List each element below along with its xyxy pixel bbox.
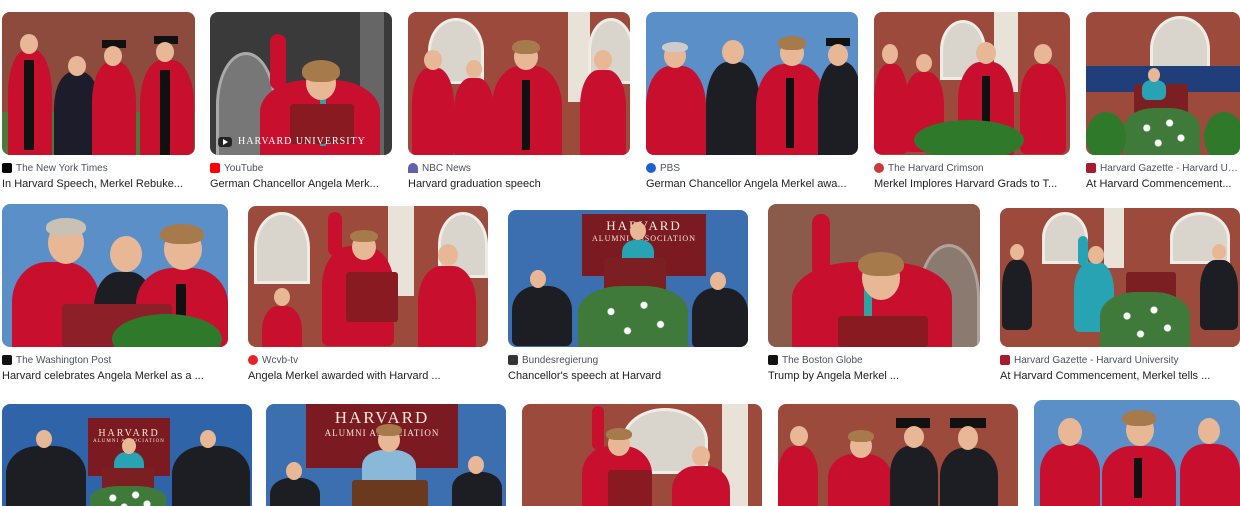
result-thumbnail[interactable]: [646, 12, 858, 155]
result-title[interactable]: Merkel Implores Harvard Grads to T...: [874, 177, 1070, 192]
result-source[interactable]: The Harvard Crimson: [888, 163, 984, 174]
result-thumbnail[interactable]: HARVARD ALUMNI ASSOCIATION: [508, 210, 748, 347]
image-result[interactable]: HARVARD ALUMNI ASSOCIATION: [2, 404, 252, 506]
image-result[interactable]: HARVARD ALUMNI ASSOCIATION Bundesregieru…: [508, 210, 748, 384]
result-title[interactable]: Trump by Angela Merkel ...: [768, 369, 980, 384]
result-title[interactable]: In Harvard Speech, Merkel Rebuke...: [2, 177, 195, 192]
wcvb-icon: [248, 355, 258, 365]
result-source[interactable]: Bundesregierung: [522, 355, 598, 366]
crimson-icon: [874, 163, 884, 173]
play-icon[interactable]: [218, 136, 232, 147]
image-result[interactable]: [522, 404, 762, 506]
image-result[interactable]: HARVARD UNIVERSITY YouTube German Chance…: [210, 12, 392, 192]
result-title[interactable]: At Harvard Commencement...: [1086, 177, 1240, 192]
result-thumbnail[interactable]: [874, 12, 1070, 155]
image-result[interactable]: The New York Times In Harvard Speech, Me…: [2, 12, 195, 192]
result-source[interactable]: The Washington Post: [16, 355, 111, 366]
result-thumbnail[interactable]: HARVARD ALUMNI ASSOCIATION: [2, 404, 252, 506]
image-result[interactable]: The Boston Globe Trump by Angela Merkel …: [768, 204, 980, 384]
image-result[interactable]: Harvard Gazette - Harvard Un... At Harva…: [1086, 12, 1240, 192]
result-title[interactable]: German Chancellor Angela Merkel awa...: [646, 177, 858, 192]
result-title[interactable]: Angela Merkel awarded with Harvard ...: [248, 369, 488, 384]
result-source[interactable]: The Boston Globe: [782, 355, 863, 366]
boston-globe-icon: [768, 355, 778, 365]
image-result[interactable]: HARVARD ALUMNI ASSOCIATION: [266, 404, 506, 506]
result-thumbnail[interactable]: [2, 204, 228, 347]
result-thumbnail[interactable]: HARVARD ALUMNI ASSOCIATION: [266, 404, 506, 506]
result-title[interactable]: Harvard graduation speech: [408, 177, 630, 192]
result-thumbnail[interactable]: [1086, 12, 1240, 155]
image-result[interactable]: The Washington Post Harvard celebrates A…: [2, 204, 228, 384]
result-title[interactable]: German Chancellor Angela Merk...: [210, 177, 392, 192]
result-source[interactable]: Wcvb-tv: [262, 355, 298, 366]
youtube-icon: [210, 163, 220, 173]
nbc-icon: [408, 163, 418, 173]
result-title[interactable]: At Harvard Commencement, Merkel tells ..…: [1000, 369, 1240, 384]
result-thumbnail[interactable]: [1000, 208, 1240, 347]
result-title[interactable]: Harvard celebrates Angela Merkel as a ..…: [2, 369, 228, 384]
result-source[interactable]: PBS: [660, 163, 680, 174]
image-result[interactable]: [1034, 400, 1240, 506]
image-result[interactable]: Wcvb-tv Angela Merkel awarded with Harva…: [248, 206, 488, 384]
harvard-gazette-icon: [1000, 355, 1010, 365]
result-source[interactable]: YouTube: [224, 163, 263, 174]
result-thumbnail[interactable]: [408, 12, 630, 155]
pbs-icon: [646, 163, 656, 173]
video-overlay-text: HARVARD UNIVERSITY: [238, 136, 366, 147]
bundesregierung-icon: [508, 355, 518, 365]
result-source[interactable]: Harvard Gazette - Harvard Un...: [1100, 163, 1240, 174]
result-source[interactable]: Harvard Gazette - Harvard University: [1014, 355, 1179, 366]
image-result[interactable]: NBC News Harvard graduation speech: [408, 12, 630, 192]
image-result[interactable]: PBS German Chancellor Angela Merkel awa.…: [646, 12, 858, 192]
result-thumbnail[interactable]: HARVARD UNIVERSITY: [210, 12, 392, 155]
result-source[interactable]: The New York Times: [16, 163, 108, 174]
image-result[interactable]: Harvard Gazette - Harvard University At …: [1000, 208, 1240, 384]
image-result[interactable]: The Harvard Crimson Merkel Implores Harv…: [874, 12, 1070, 192]
result-source[interactable]: NBC News: [422, 163, 471, 174]
result-thumbnail[interactable]: [778, 404, 1018, 506]
result-thumbnail[interactable]: [2, 12, 195, 155]
image-result[interactable]: [778, 404, 1018, 506]
result-thumbnail[interactable]: [248, 206, 488, 347]
result-thumbnail[interactable]: [1034, 400, 1240, 506]
wapo-icon: [2, 355, 12, 365]
nyt-icon: [2, 163, 12, 173]
result-thumbnail[interactable]: [768, 204, 980, 347]
result-title[interactable]: Chancellor's speech at Harvard: [508, 369, 748, 384]
harvard-gazette-icon: [1086, 163, 1096, 173]
result-thumbnail[interactable]: [522, 404, 762, 506]
